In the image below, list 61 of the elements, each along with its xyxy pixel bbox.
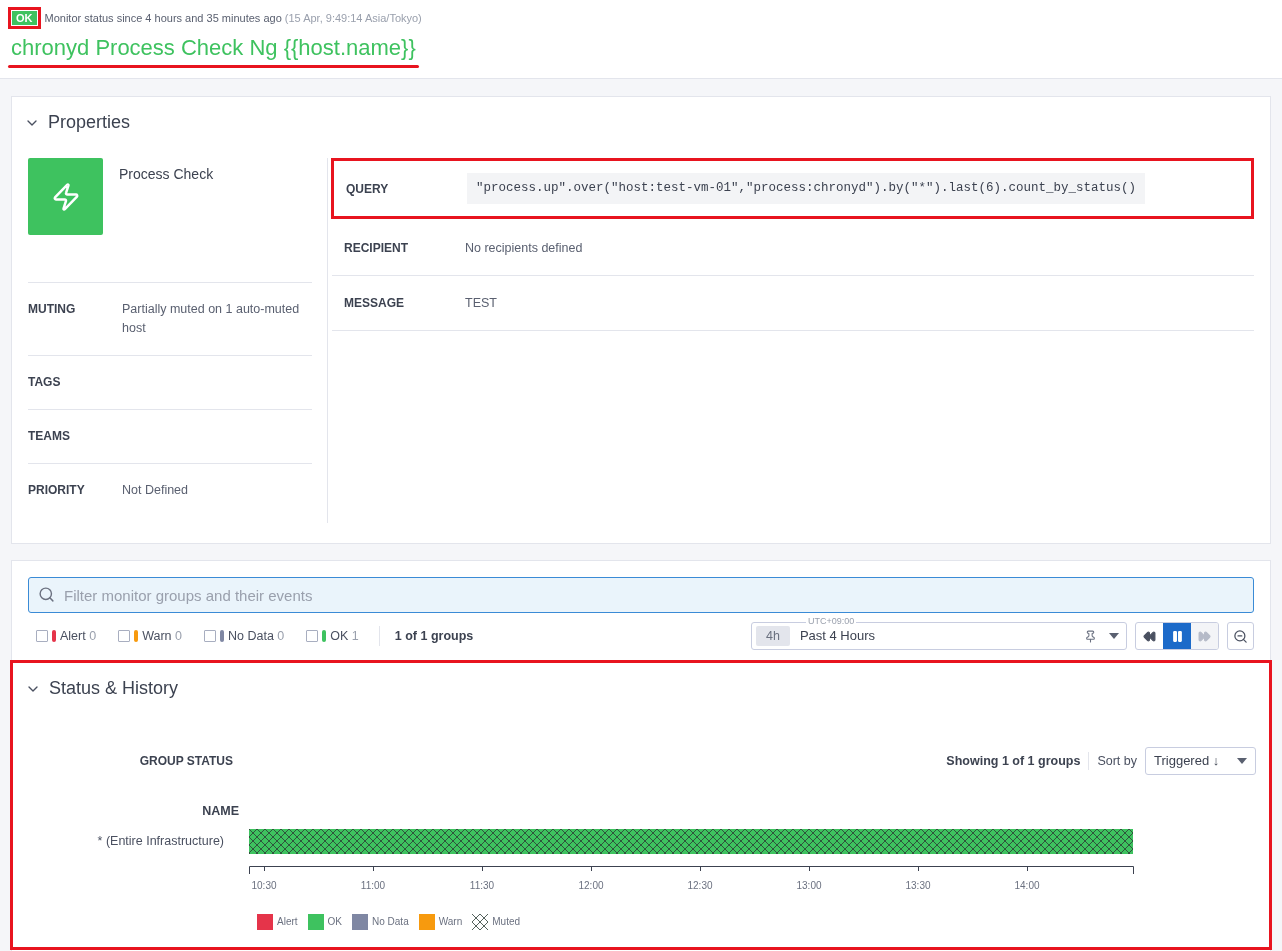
- time-tick-label: 13:00: [796, 878, 822, 893]
- property-label: RECIPIENT: [344, 240, 409, 257]
- time-tick-label: 10:30: [251, 878, 277, 893]
- checkbox[interactable]: [36, 630, 48, 642]
- time-tick-label: 11:30: [469, 878, 495, 893]
- group-count: 1 of 1 groups: [394, 627, 474, 645]
- property-value: TEST: [465, 294, 497, 312]
- caret-icon: [1109, 633, 1119, 639]
- group-status-label: GROUP STATUS: [138, 753, 233, 770]
- section-title: Status & History: [49, 677, 179, 700]
- status-filter-label: No Data 0: [228, 627, 285, 645]
- status-filter-label: Warn 0: [142, 627, 182, 645]
- status-filter-label: Alert 0: [60, 627, 97, 645]
- time-tick-label: 13:30: [905, 878, 931, 893]
- rewind-icon: [1143, 629, 1156, 643]
- caret-icon: [1237, 758, 1247, 764]
- monitor-title: chronyd Process Check Ng {{host.name}}: [10, 34, 417, 62]
- pin-icon[interactable]: [1084, 629, 1097, 643]
- monitor-type: Process Check: [119, 165, 214, 184]
- time-tick-label: 14:00: [1014, 878, 1040, 893]
- property-label: TAGS: [28, 374, 62, 391]
- property-label: MUTING: [28, 301, 77, 318]
- sort-label: Sort by: [1097, 752, 1137, 770]
- hatch-swatch-icon: [472, 913, 489, 930]
- timeframe-label: Past 4 Hours: [799, 627, 877, 646]
- time-tick-label: 11:00: [360, 878, 386, 893]
- checkbox[interactable]: [118, 630, 131, 642]
- pause-icon: [1170, 629, 1184, 643]
- section-title: Properties: [48, 111, 131, 134]
- property-label: QUERY: [346, 180, 390, 198]
- search-field[interactable]: Filter monitor groups and their events: [28, 577, 1254, 613]
- showing-count: Showing 1 of 1 groups: [946, 752, 1081, 770]
- legend-label: Alert: [277, 915, 298, 930]
- legend-label: Muted: [492, 915, 521, 930]
- property-label: MESSAGE: [344, 295, 405, 312]
- query-code: "process.up".over("host:test-vm-01","process:chronyd").by("*").last(6).count_by_status(): [467, 173, 1146, 204]
- time-tick-label: 12:00: [578, 878, 604, 893]
- fast-forward-icon: [1198, 629, 1211, 643]
- zoom-out-button[interactable]: [1227, 622, 1254, 650]
- checkbox[interactable]: [204, 630, 216, 642]
- property-value: Partially muted on 1 auto-muted host: [122, 301, 301, 337]
- property-value: No recipients defined: [465, 239, 583, 257]
- time-tick-label: 12:30: [687, 878, 713, 893]
- property-label: PRIORITY: [28, 482, 86, 499]
- checkbox[interactable]: [306, 630, 319, 642]
- status-badge: OK: [12, 11, 37, 25]
- legend-label: No Data: [372, 915, 409, 930]
- timeframe-badge: 4h: [756, 626, 790, 646]
- property-label: TEAMS: [28, 428, 71, 445]
- name-column-header: NAME: [201, 803, 239, 820]
- pause-button[interactable]: [1163, 623, 1191, 649]
- status-text: Monitor status since 4 hours and 35 minutes ago (15 Apr, 9:49:14 Asia/Tokyo): [44, 10, 422, 26]
- legend-label: OK: [327, 915, 342, 930]
- search-icon: [38, 586, 55, 603]
- legend-label: Warn: [438, 915, 463, 930]
- property-value: Not Defined: [122, 482, 189, 499]
- zoom-out-icon: [1233, 628, 1248, 644]
- sort-dropdown[interactable]: Triggered ↓: [1145, 747, 1256, 775]
- status-filter-label: OK 1: [330, 627, 359, 645]
- group-name: * (Entire Infrastructure): [96, 832, 224, 850]
- timezone-label: UTC+09:00: [806, 616, 857, 626]
